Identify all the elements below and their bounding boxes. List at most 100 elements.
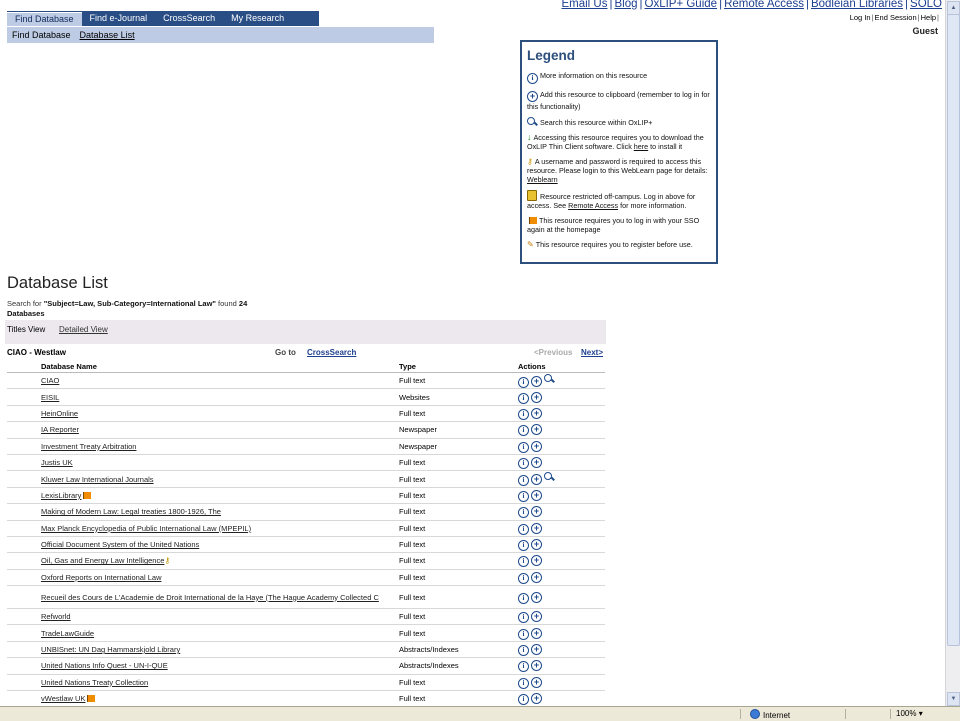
info-icon[interactable]: i <box>518 392 529 404</box>
database-link[interactable]: HeinOnline <box>41 409 78 418</box>
add-to-clipboard-icon[interactable]: + <box>531 611 542 623</box>
info-icon[interactable]: i <box>518 677 529 689</box>
info-icon[interactable]: i <box>518 661 529 673</box>
tab-find-ejournal[interactable]: Find e-Journal <box>82 11 156 26</box>
table-row: Investment Treaty Arbitration Newspaper i + <box>7 438 605 455</box>
database-type: Full text <box>399 470 518 488</box>
help-link[interactable]: Help <box>921 13 936 22</box>
info-icon[interactable]: i <box>518 458 529 470</box>
table-header-row: Database Name Type Actions <box>7 361 605 373</box>
database-link[interactable]: Investment Treaty Arbitration <box>41 442 136 451</box>
database-link[interactable]: Oil, Gas and Energy Law Intelligence <box>41 556 164 565</box>
add-to-clipboard-icon[interactable]: + <box>531 591 542 603</box>
scroll-up-arrow[interactable]: ▲ <box>947 1 960 15</box>
search-icon[interactable] <box>544 373 555 384</box>
tab-crosssearch[interactable]: CrossSearch <box>155 11 223 26</box>
database-list-link[interactable]: Database List <box>80 30 135 40</box>
info-icon[interactable]: i <box>518 490 529 502</box>
add-to-clipboard-icon[interactable]: + <box>531 424 542 436</box>
add-to-clipboard-icon[interactable]: + <box>531 391 542 403</box>
add-to-clipboard-icon[interactable]: + <box>531 693 542 705</box>
add-to-clipboard-icon[interactable]: + <box>531 627 542 639</box>
view-switcher: Titles View Detailed View <box>5 320 606 344</box>
solo-link[interactable]: SOLO <box>910 0 942 10</box>
info-icon[interactable]: i <box>518 425 529 437</box>
info-icon[interactable]: i <box>518 694 529 706</box>
crosssearch-link[interactable]: CrossSearch <box>307 348 356 357</box>
table-row: HeinOnline Full text i + <box>7 405 605 423</box>
database-link[interactable]: UNBISnet: UN Dag Hammarskjold Library <box>41 645 180 654</box>
database-link[interactable]: Max Planck Encyclopedia of Public Intern… <box>41 524 251 533</box>
table-row: IA Reporter Newspaper i + <box>7 421 605 439</box>
add-to-clipboard-icon[interactable]: + <box>531 571 542 583</box>
database-link[interactable]: CIAO <box>41 376 59 385</box>
login-link[interactable]: Log In <box>850 13 871 22</box>
weblearn-link[interactable]: Weblearn <box>527 175 558 184</box>
database-type: Full text <box>399 624 518 642</box>
database-link[interactable]: EISIL <box>41 393 59 402</box>
add-to-clipboard-icon[interactable]: + <box>531 660 542 672</box>
add-to-clipboard-icon[interactable]: + <box>531 440 542 452</box>
add-to-clipboard-icon[interactable]: + <box>531 506 542 518</box>
database-type: Full text <box>399 569 518 587</box>
table-row: CIAO Full text i + <box>7 372 605 390</box>
database-link[interactable]: vWestlaw UK <box>41 694 85 703</box>
add-to-clipboard-icon[interactable]: + <box>531 522 542 534</box>
info-icon[interactable]: i <box>518 507 529 519</box>
remote-access-legend-link[interactable]: Remote Access <box>568 201 618 210</box>
database-link[interactable]: LexisLibrary <box>41 491 81 500</box>
database-link[interactable]: United Nations Info Quest - UN-I-QUE <box>41 661 168 670</box>
database-link[interactable]: TradeLawGuide <box>41 629 94 638</box>
client-here-link[interactable]: here <box>634 142 648 151</box>
info-icon[interactable]: i <box>518 572 529 584</box>
database-link[interactable]: Justis UK <box>41 458 73 467</box>
database-link[interactable]: United Nations Treaty Collection <box>41 678 148 687</box>
database-type: Full text <box>399 608 518 626</box>
email-us-link[interactable]: Email Us <box>561 0 607 10</box>
info-icon[interactable]: i <box>518 645 529 657</box>
scroll-down-arrow[interactable]: ▼ <box>947 692 960 706</box>
detailed-view-link[interactable]: Detailed View <box>59 325 108 334</box>
info-icon[interactable]: i <box>518 441 529 453</box>
database-link[interactable]: Recueil des Cours de L'Academie de Droit… <box>41 593 379 602</box>
database-link[interactable]: Oxford Reports on International Law <box>41 573 161 582</box>
info-icon[interactable]: i <box>518 540 529 552</box>
add-to-clipboard-icon[interactable]: + <box>531 457 542 469</box>
info-icon[interactable]: i <box>518 475 529 487</box>
database-link[interactable]: Official Document System of the United N… <box>41 540 199 549</box>
info-icon[interactable]: i <box>518 523 529 535</box>
oxlip-guide-link[interactable]: OxLIP+ Guide <box>645 0 718 10</box>
database-link[interactable]: Refworld <box>41 612 71 621</box>
info-icon[interactable]: i <box>518 556 529 568</box>
database-link[interactable]: Kluwer Law International Journals <box>41 475 154 484</box>
tab-find-database[interactable]: Find Database <box>7 12 82 26</box>
zoom-level[interactable]: 100% ▾ <box>896 709 923 718</box>
info-icon[interactable]: i <box>518 408 529 420</box>
row-actions: i + <box>518 552 605 570</box>
next-link[interactable]: Next> <box>581 348 603 357</box>
vertical-scrollbar[interactable]: ▲ ▼ <box>945 0 960 706</box>
add-to-clipboard-icon[interactable]: + <box>531 474 542 486</box>
remote-access-link[interactable]: Remote Access <box>724 0 804 10</box>
end-session-link[interactable]: End Session <box>875 13 917 22</box>
scroll-thumb[interactable] <box>947 14 960 646</box>
table-row: Max Planck Encyclopedia of Public Intern… <box>7 520 605 537</box>
add-to-clipboard-icon[interactable]: + <box>531 375 542 387</box>
tab-my-research[interactable]: My Research <box>223 11 292 26</box>
database-link[interactable]: Making of Modern Law: Legal treaties 180… <box>41 507 221 516</box>
info-icon[interactable]: i <box>518 612 529 624</box>
add-to-clipboard-icon[interactable]: + <box>531 489 542 501</box>
info-icon[interactable]: i <box>518 592 529 604</box>
info-icon[interactable]: i <box>518 376 529 388</box>
database-link[interactable]: IA Reporter <box>41 425 79 434</box>
add-to-clipboard-icon[interactable]: + <box>531 555 542 567</box>
add-to-clipboard-icon[interactable]: + <box>531 539 542 551</box>
blog-link[interactable]: Blog <box>614 0 637 10</box>
search-icon[interactable] <box>544 472 555 482</box>
bodleian-libraries-link[interactable]: Bodleian Libraries <box>811 0 903 10</box>
add-to-clipboard-icon[interactable]: + <box>531 407 542 419</box>
legend-search: Search this resource within OxLIP+ <box>527 117 712 127</box>
info-icon[interactable]: i <box>518 628 529 640</box>
add-to-clipboard-icon[interactable]: + <box>531 644 542 656</box>
add-to-clipboard-icon[interactable]: + <box>531 676 542 688</box>
